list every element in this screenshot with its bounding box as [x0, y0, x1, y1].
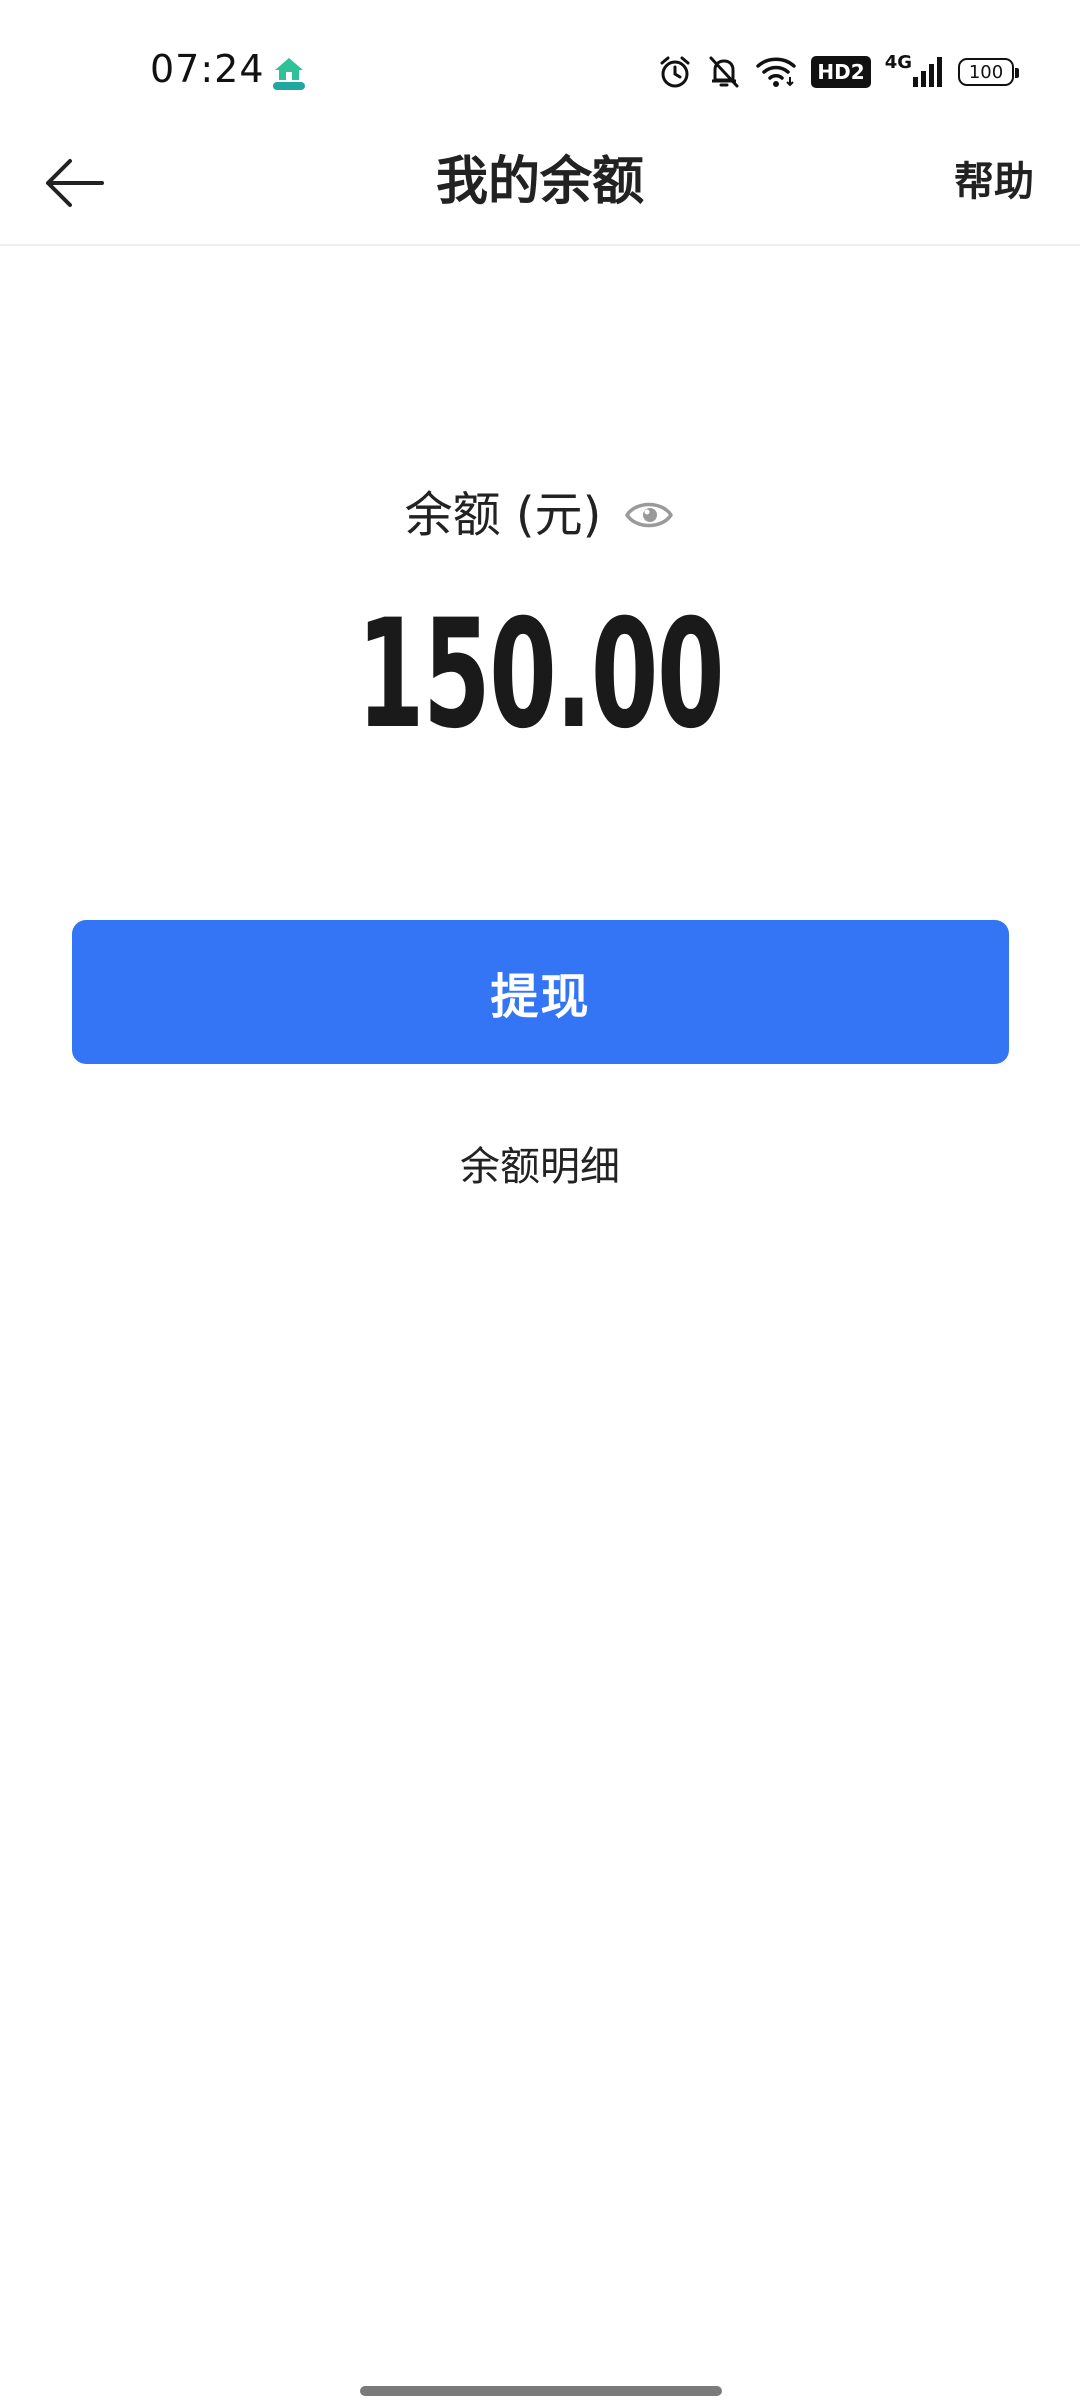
status-time: 07:24	[150, 47, 265, 91]
app-header: 我的余额 帮助	[0, 120, 1080, 246]
balance-label: 余额 (元)	[404, 487, 602, 543]
withdraw-button[interactable]: 提现	[72, 920, 1009, 1064]
wifi-icon	[755, 50, 797, 94]
eye-icon[interactable]	[623, 495, 675, 535]
balance-amount: 150.00	[356, 588, 725, 762]
battery-icon: 100	[958, 50, 1019, 94]
balance-details-link[interactable]: 余额明细	[0, 1132, 1080, 1202]
battery-level: 100	[958, 58, 1019, 86]
help-link[interactable]: 帮助	[954, 152, 1034, 212]
status-icons: HD2 4G 100	[657, 50, 1019, 94]
home-indicator[interactable]	[360, 2386, 722, 2396]
mute-bell-icon	[707, 50, 741, 94]
status-bar: 07:24 HD2 4G 100	[0, 0, 1080, 140]
page-title: 我的余额	[435, 152, 644, 212]
hd-voice-icon: HD2	[811, 50, 871, 94]
network-type-label: 4G	[884, 51, 912, 73]
balance-label-row: 余额 (元)	[0, 478, 1080, 552]
app-notification-icon	[270, 54, 308, 92]
cellular-signal-icon: 4G	[885, 50, 944, 94]
alarm-icon	[657, 50, 693, 94]
